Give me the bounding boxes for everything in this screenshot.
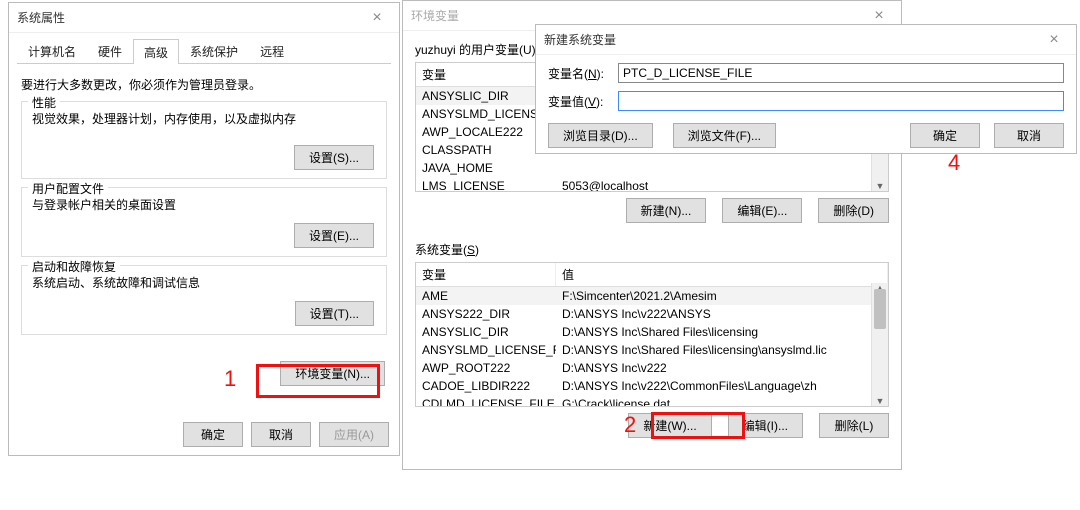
sys-delete-button[interactable]: 删除(L) bbox=[819, 413, 889, 438]
scrollbar[interactable]: ▲ ▼ bbox=[871, 283, 888, 406]
table-row[interactable]: ANSYSLMD_LICENSE_FILED:\ANSYS Inc\Shared… bbox=[416, 341, 888, 359]
perf-desc: 视觉效果，处理器计划，内存使用，以及虚拟内存 bbox=[32, 110, 376, 127]
tab-remote[interactable]: 远程 bbox=[249, 38, 295, 63]
sysprops-cancel-button[interactable]: 取消 bbox=[251, 422, 311, 447]
table-row[interactable]: LMS_LICENSE5053@localhost bbox=[416, 177, 888, 192]
close-icon[interactable]: × bbox=[1040, 25, 1068, 55]
sysprops-tabs: 计算机名 硬件 高级 系统保护 远程 bbox=[17, 38, 391, 64]
newvar-ok-button[interactable]: 确定 bbox=[910, 123, 980, 148]
table-row[interactable]: ANSYSLIC_DIRD:\ANSYS Inc\Shared Files\li… bbox=[416, 323, 888, 341]
tab-computer-name[interactable]: 计算机名 bbox=[17, 38, 87, 63]
envvars-title: 环境变量 bbox=[411, 9, 459, 23]
scroll-thumb[interactable] bbox=[874, 289, 886, 329]
sysprops-apply-button[interactable]: 应用(A) bbox=[319, 422, 389, 447]
user-edit-button[interactable]: 编辑(E)... bbox=[722, 198, 802, 223]
user-new-button[interactable]: 新建(N)... bbox=[626, 198, 707, 223]
group-startup: 启动和故障恢复 系统启动、系统故障和调试信息 设置(T)... bbox=[21, 265, 387, 335]
table-row[interactable]: CADOE_LIBDIR222D:\ANSYS Inc\v222\CommonF… bbox=[416, 377, 888, 395]
sysprops-ok-button[interactable]: 确定 bbox=[183, 422, 243, 447]
startup-legend: 启动和故障恢复 bbox=[28, 258, 120, 275]
startup-settings-button[interactable]: 设置(T)... bbox=[295, 301, 374, 326]
var-value-input[interactable] bbox=[618, 91, 1064, 111]
admin-note: 要进行大多数更改，你必须作为管理员登录。 bbox=[21, 76, 387, 93]
startup-desc: 系统启动、系统故障和调试信息 bbox=[32, 274, 376, 291]
user-delete-button[interactable]: 删除(D) bbox=[818, 198, 889, 223]
var-name-label: 变量名(N): bbox=[548, 65, 618, 82]
newvar-title: 新建系统变量 bbox=[544, 33, 616, 47]
tab-hardware[interactable]: 硬件 bbox=[87, 38, 133, 63]
annotation-2: 2 bbox=[624, 412, 636, 438]
hdr-var: 变量 bbox=[416, 263, 556, 286]
new-var-dialog: 新建系统变量 × 变量名(N): 变量值(V): 浏览目录(D)... 浏览文件… bbox=[535, 24, 1077, 154]
perf-legend: 性能 bbox=[28, 94, 60, 111]
sys-new-button[interactable]: 新建(W)... bbox=[628, 413, 711, 438]
env-vars-button[interactable]: 环境变量(N)... bbox=[280, 361, 385, 386]
browse-dir-button[interactable]: 浏览目录(D)... bbox=[548, 123, 653, 148]
tab-advanced[interactable]: 高级 bbox=[133, 39, 179, 64]
var-value-label: 变量值(V): bbox=[548, 93, 618, 110]
sys-vars-list[interactable]: 变量 值 AMEF:\Simcenter\2021.2\AmesimANSYS2… bbox=[415, 262, 889, 407]
profile-legend: 用户配置文件 bbox=[28, 180, 108, 197]
table-row[interactable]: CDLMD_LICENSE_FILEG:\Crack\license.dat bbox=[416, 395, 888, 407]
table-row[interactable]: AWP_ROOT222D:\ANSYS Inc\v222 bbox=[416, 359, 888, 377]
scroll-down-icon[interactable]: ▼ bbox=[872, 396, 888, 406]
profile-desc: 与登录帐户相关的桌面设置 bbox=[32, 196, 376, 213]
system-properties-dialog: 系统属性 × 计算机名 硬件 高级 系统保护 远程 要进行大多数更改，你必须作为… bbox=[8, 2, 400, 456]
hdr-val: 值 bbox=[556, 263, 888, 286]
var-name-input[interactable] bbox=[618, 63, 1064, 83]
profile-settings-button[interactable]: 设置(E)... bbox=[294, 223, 374, 248]
perf-settings-button[interactable]: 设置(S)... bbox=[294, 145, 374, 170]
annotation-1: 1 bbox=[224, 366, 236, 392]
table-row[interactable]: JAVA_HOME bbox=[416, 159, 888, 177]
table-row[interactable]: AMEF:\Simcenter\2021.2\Amesim bbox=[416, 287, 888, 305]
table-row[interactable]: ANSYS222_DIRD:\ANSYS Inc\v222\ANSYS bbox=[416, 305, 888, 323]
group-user-profile: 用户配置文件 与登录帐户相关的桌面设置 设置(E)... bbox=[21, 187, 387, 257]
sysprops-titlebar: 系统属性 × bbox=[9, 3, 399, 33]
tab-system-protection[interactable]: 系统保护 bbox=[179, 38, 249, 63]
sys-vars-label: 系统变量(S) bbox=[415, 241, 889, 258]
newvar-cancel-button[interactable]: 取消 bbox=[994, 123, 1064, 148]
close-icon[interactable]: × bbox=[363, 3, 391, 33]
newvar-titlebar: 新建系统变量 × bbox=[536, 25, 1076, 55]
group-performance: 性能 视觉效果，处理器计划，内存使用，以及虚拟内存 设置(S)... bbox=[21, 101, 387, 179]
scroll-down-icon[interactable]: ▼ bbox=[872, 181, 888, 191]
browse-file-button[interactable]: 浏览文件(F)... bbox=[673, 123, 776, 148]
sys-edit-button[interactable]: 编辑(I)... bbox=[728, 413, 803, 438]
sysprops-title: 系统属性 bbox=[17, 11, 65, 25]
